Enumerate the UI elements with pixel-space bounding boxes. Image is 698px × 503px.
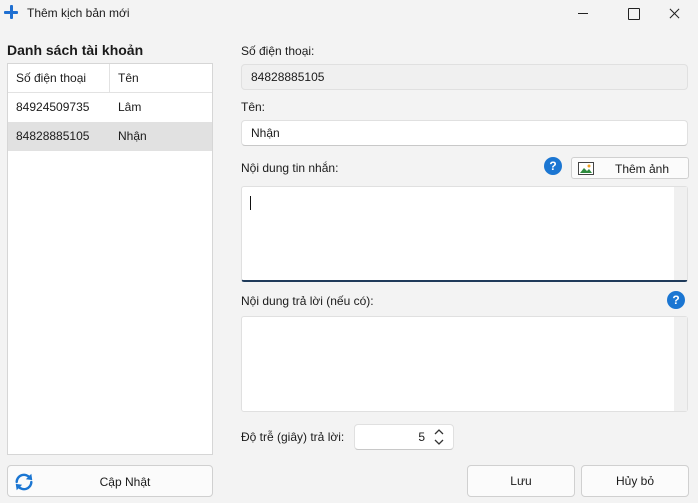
save-button[interactable]: Lưu: [467, 465, 575, 497]
message-label: Nội dung tin nhắn:: [241, 161, 339, 175]
close-button[interactable]: [652, 0, 698, 28]
row-phone: 84924509735: [16, 100, 90, 114]
update-button[interactable]: Cập Nhật: [7, 465, 213, 497]
list-header: Số điện thoại Tên: [8, 64, 212, 93]
update-label: Cập Nhật: [99, 475, 151, 489]
column-header-phone[interactable]: Số điện thoại: [8, 64, 110, 92]
window-title: Thêm kịch bản mới: [27, 6, 130, 20]
reply-help-icon[interactable]: ?: [667, 291, 685, 309]
column-header-name[interactable]: Tên: [110, 64, 212, 92]
message-scrollbar[interactable]: [674, 187, 687, 280]
reply-scrollbar[interactable]: [674, 317, 687, 411]
name-field[interactable]: Nhận: [241, 120, 688, 146]
refresh-icon: [15, 473, 33, 491]
message-help-icon[interactable]: ?: [544, 157, 562, 175]
reply-label: Nội dung trả lời (nếu có):: [241, 294, 374, 308]
table-row[interactable]: 84924509735 Lâm: [8, 93, 212, 122]
delay-label: Độ trễ (giây) trả lời:: [241, 430, 345, 444]
text-caret: [250, 196, 251, 210]
title-bar: Thêm kịch bản mới: [0, 0, 698, 28]
maximize-button[interactable]: [610, 0, 656, 28]
message-textarea[interactable]: [241, 186, 688, 282]
name-label: Tên:: [241, 100, 266, 114]
chevron-down-icon: [434, 439, 444, 445]
table-row-selected[interactable]: 84828885105 Nhận: [8, 122, 212, 151]
row-phone: 84828885105: [16, 129, 90, 143]
plus-icon: [4, 5, 18, 19]
image-icon: [578, 162, 594, 175]
accounts-list[interactable]: Số điện thoại Tên 84924509735 Lâm 848288…: [7, 63, 213, 455]
phone-field[interactable]: 84828885105: [241, 64, 688, 90]
add-image-button[interactable]: Thêm ảnh: [571, 157, 689, 179]
add-image-label: Thêm ảnh: [614, 162, 670, 176]
cancel-button[interactable]: Hủy bỏ: [581, 465, 689, 497]
delay-value: 5: [418, 430, 425, 444]
reply-textarea[interactable]: [241, 316, 688, 412]
accounts-title: Danh sách tài khoản: [7, 42, 144, 58]
stepper-arrows[interactable]: [433, 428, 445, 446]
delay-stepper[interactable]: 5: [354, 424, 454, 450]
chevron-up-icon: [434, 429, 444, 435]
phone-label: Số điện thoại:: [241, 44, 315, 58]
minimize-button[interactable]: [560, 0, 606, 28]
row-name: Nhận: [118, 129, 147, 143]
row-name: Lâm: [118, 100, 142, 114]
